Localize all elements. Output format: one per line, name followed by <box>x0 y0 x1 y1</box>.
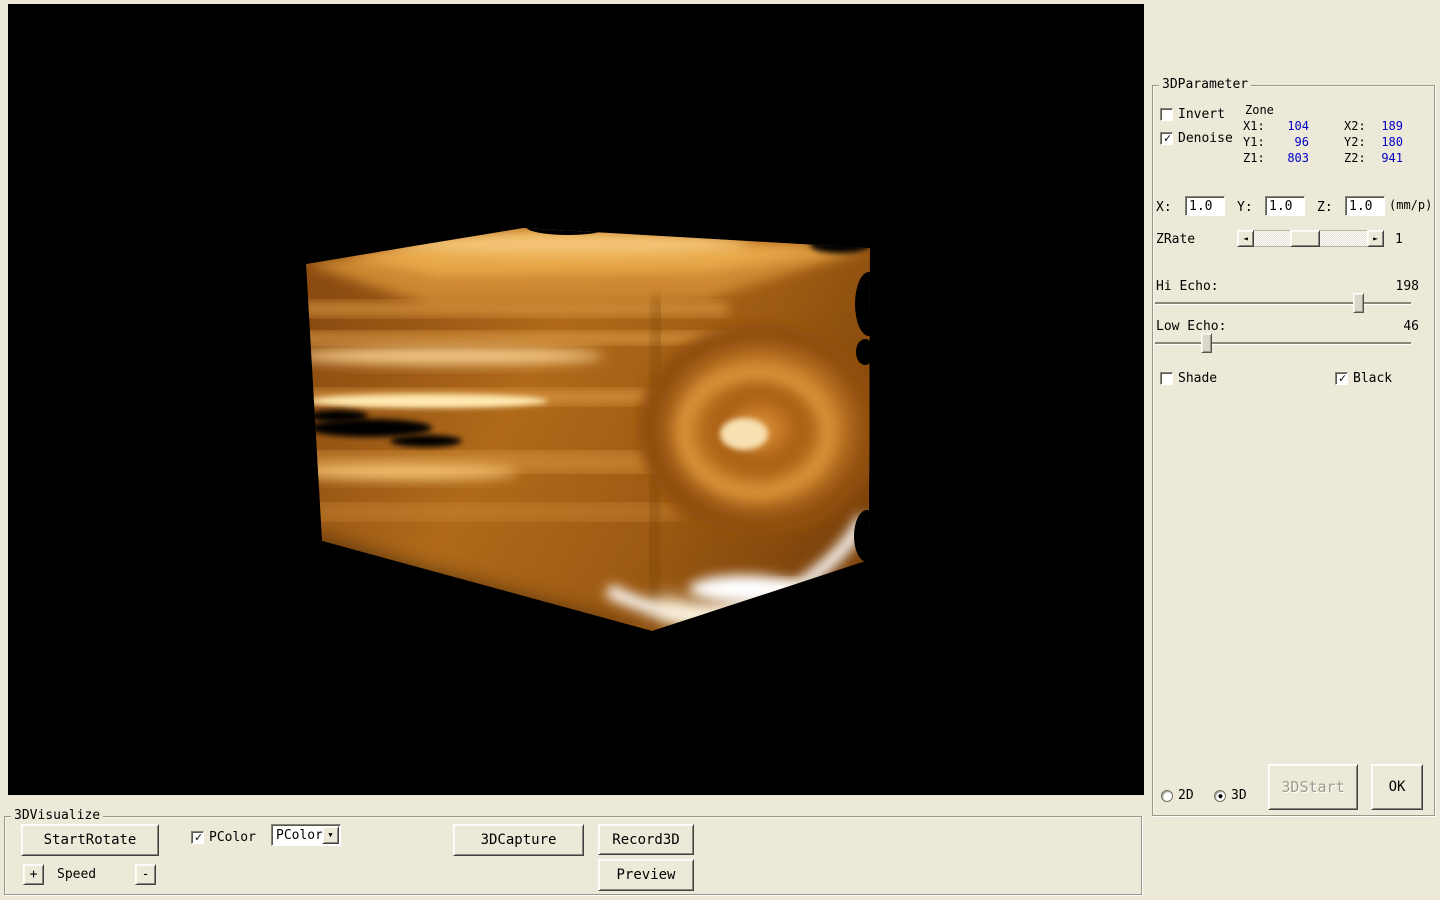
shade-checkbox-box[interactable] <box>1160 372 1173 385</box>
hi-echo-value: 198 <box>1383 279 1419 294</box>
speed-plus-button[interactable]: + <box>23 864 44 885</box>
speed-label: Speed <box>57 867 96 882</box>
black-label: Black <box>1353 371 1392 386</box>
mode-2d-radio-dot <box>1162 790 1173 802</box>
low-echo-label: Low Echo: <box>1156 319 1226 334</box>
low-echo-slider-track[interactable] <box>1155 342 1411 344</box>
pcolor-checkbox-label: PColor <box>209 830 256 845</box>
spacing-x-label: X: <box>1156 200 1172 215</box>
mode-2d-radio-circle[interactable] <box>1161 790 1173 802</box>
mode-2d-radio[interactable]: 2D <box>1161 788 1194 803</box>
preview-button[interactable]: Preview <box>598 859 694 891</box>
zone-title: Zone <box>1245 103 1274 117</box>
spacing-z-label: Z: <box>1317 200 1333 215</box>
hi-echo-label: Hi Echo: <box>1156 279 1219 294</box>
zone-x1-label: X1: <box>1243 119 1265 133</box>
volume-swirl <box>638 323 882 535</box>
pcolor-dropdown-value: PColor <box>272 828 322 843</box>
app-window: 3DParameter Invert ✓ Denoise Zone X1: 10… <box>0 0 1440 900</box>
start-rotate-button[interactable]: StartRotate <box>21 824 159 856</box>
mode-3d-radio-dot: ● <box>1215 790 1226 802</box>
hi-echo-slider-track[interactable] <box>1155 302 1411 304</box>
parameter-groupbox-title: 3DParameter <box>1159 77 1251 92</box>
invert-checkbox-box[interactable] <box>1160 108 1173 121</box>
zone-y2-value: 180 <box>1375 135 1403 149</box>
zrate-scrollbar[interactable]: ◄ ► <box>1237 230 1384 247</box>
zrate-label: ZRate <box>1156 232 1195 247</box>
spacing-x-input[interactable] <box>1185 196 1225 216</box>
zone-y2-label: Y2: <box>1344 135 1366 149</box>
spacing-y-input[interactable] <box>1265 196 1305 216</box>
shade-checkbox[interactable]: Shade <box>1160 371 1217 386</box>
invert-checkbox[interactable]: Invert <box>1160 107 1225 122</box>
speed-minus-button[interactable]: - <box>135 864 156 885</box>
spacing-y-label: Y: <box>1237 200 1253 215</box>
spacing-z-input[interactable] <box>1345 196 1385 216</box>
pcolor-checkbox[interactable]: ✓ PColor <box>191 830 256 845</box>
black-checkbox[interactable]: ✓ Black <box>1335 371 1392 386</box>
denoise-checkbox-box[interactable]: ✓ <box>1160 132 1173 145</box>
denoise-check-mark: ✓ <box>1161 132 1174 145</box>
zrate-scrollbar-thumb[interactable] <box>1290 230 1320 247</box>
low-echo-slider-thumb[interactable] <box>1201 333 1212 353</box>
start3d-button[interactable]: 3DStart <box>1268 764 1358 810</box>
mode-2d-label: 2D <box>1178 788 1194 803</box>
zone-z1-value: 803 <box>1273 151 1309 165</box>
invert-check-mark <box>1161 108 1174 121</box>
spacing-unit-label: (mm/p) <box>1389 198 1432 212</box>
capture-3d-button[interactable]: 3DCapture <box>453 824 584 856</box>
black-check-mark: ✓ <box>1336 372 1349 385</box>
black-checkbox-box[interactable]: ✓ <box>1335 372 1348 385</box>
pcolor-dropdown-button[interactable]: ▼ <box>322 826 339 844</box>
zrate-value: 1 <box>1395 232 1403 247</box>
ok-button[interactable]: OK <box>1371 764 1423 810</box>
mode-3d-radio[interactable]: ● 3D <box>1214 788 1247 803</box>
ultrasound-volume-render <box>8 4 1144 795</box>
denoise-checkbox[interactable]: ✓ Denoise <box>1160 131 1233 146</box>
zone-y1-value: 96 <box>1273 135 1309 149</box>
zone-y1-label: Y1: <box>1243 135 1265 149</box>
shade-check-mark <box>1161 372 1174 385</box>
mode-3d-radio-circle[interactable]: ● <box>1214 790 1226 802</box>
low-echo-value: 46 <box>1383 319 1419 334</box>
hi-echo-slider-thumb[interactable] <box>1353 293 1364 313</box>
visualize-groupbox-title: 3DVisualize <box>11 808 103 823</box>
zone-z2-value: 941 <box>1375 151 1403 165</box>
record-3d-button[interactable]: Record3D <box>598 824 694 855</box>
shade-label: Shade <box>1178 371 1217 386</box>
denoise-label: Denoise <box>1178 131 1233 146</box>
mode-3d-label: 3D <box>1231 788 1247 803</box>
zone-z2-label: Z2: <box>1344 151 1366 165</box>
zone-z1-label: Z1: <box>1243 151 1265 165</box>
pcolor-check-mark: ✓ <box>192 831 205 844</box>
scroll-left-icon: ◄ <box>1243 234 1248 243</box>
render-viewport[interactable] <box>8 4 1144 795</box>
zrate-scroll-right-button[interactable]: ► <box>1367 230 1384 247</box>
visualize-groupbox: 3DVisualize StartRotate ✓ PColor PColor … <box>4 816 1142 895</box>
invert-label: Invert <box>1178 107 1225 122</box>
pcolor-checkbox-box[interactable]: ✓ <box>191 831 204 844</box>
zrate-scroll-left-button[interactable]: ◄ <box>1237 230 1254 247</box>
zone-x1-value: 104 <box>1273 119 1309 133</box>
zone-x2-value: 189 <box>1375 119 1403 133</box>
chevron-down-icon: ▼ <box>328 831 332 839</box>
pcolor-dropdown[interactable]: PColor ▼ <box>271 824 341 846</box>
parameter-groupbox: 3DParameter Invert ✓ Denoise Zone X1: 10… <box>1152 85 1435 816</box>
scroll-right-icon: ► <box>1373 234 1378 243</box>
zone-x2-label: X2: <box>1344 119 1366 133</box>
